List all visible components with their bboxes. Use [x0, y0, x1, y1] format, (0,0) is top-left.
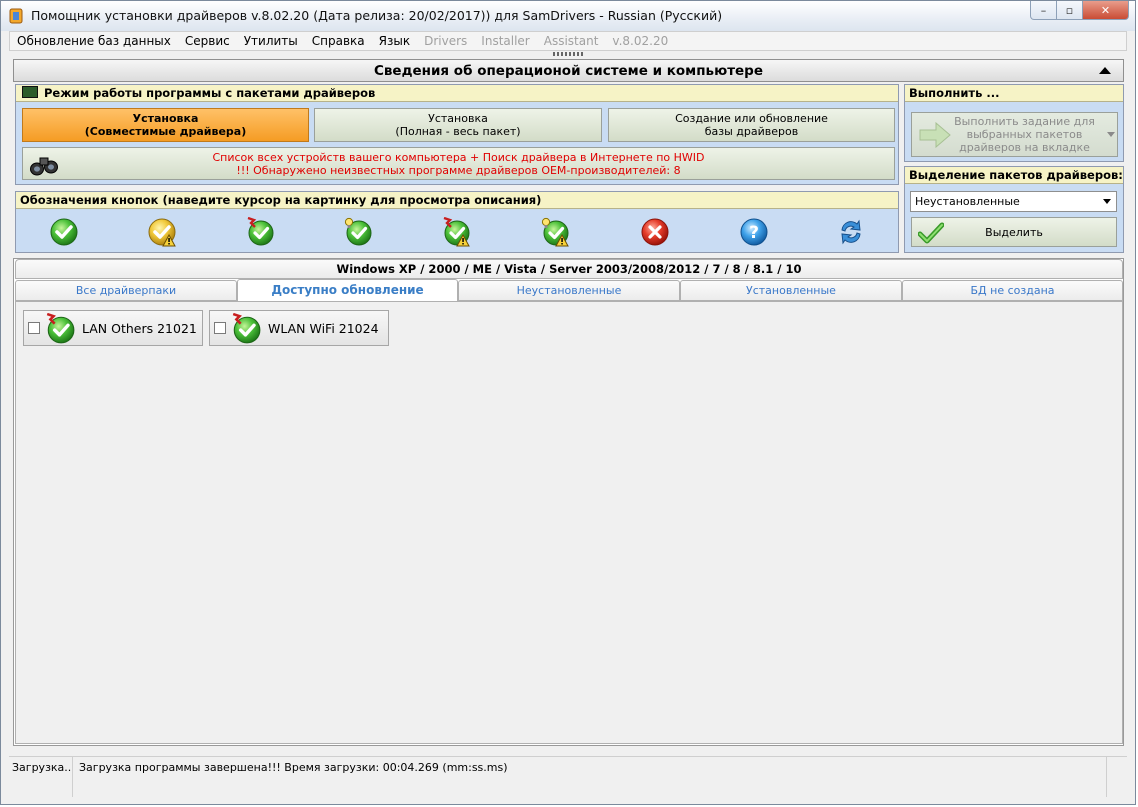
selection-panel-title: Выделение пакетов драйверов:	[909, 168, 1123, 182]
yellow-check-warning-icon[interactable]	[147, 217, 177, 247]
green-check-icon[interactable]	[49, 217, 79, 247]
green-check-flag-warning-icon[interactable]	[441, 217, 471, 247]
hwid-line1: Список всех устройств вашего компьютера …	[212, 150, 705, 164]
mode-panel: Режим работы программы с пакетами драйве…	[15, 84, 899, 185]
app-icon	[9, 8, 23, 24]
close-button[interactable]: ✕	[1083, 1, 1129, 20]
menu-drivers: Drivers	[424, 34, 468, 48]
os-versions-header: Windows XP / 2000 / ME / Vista / Server …	[15, 259, 1123, 279]
create-database-button[interactable]: Создание или обновление базы драйверов	[608, 108, 895, 142]
menu-utilities[interactable]: Утилиты	[237, 34, 305, 48]
system-info-title: Сведения об операционой системе и компью…	[373, 63, 763, 79]
install-full-line2: (Полная - весь пакет)	[395, 125, 521, 138]
minimize-button[interactable]: –	[1030, 1, 1057, 20]
title-bar: Помощник установки драйверов v.8.02.20 (…	[1, 1, 1135, 31]
install-compatible-button[interactable]: Установка (Совместимые драйвера)	[22, 108, 309, 142]
select-packages-button[interactable]: Выделить	[911, 217, 1117, 247]
arrow-right-icon	[919, 122, 951, 148]
menu-help[interactable]: Справка	[305, 34, 372, 48]
package-label: LAN Others 21021	[82, 321, 197, 336]
splitter-grip[interactable]	[553, 52, 585, 56]
create-database-line1: Создание или обновление	[675, 112, 828, 125]
execute-panel-header: Выполнить ...	[905, 85, 1123, 102]
mode-panel-header: Режим работы программы с пакетами драйве…	[16, 85, 898, 102]
green-check-bulb-icon[interactable]	[343, 217, 373, 247]
menu-bar: Обновление баз данных Сервис Утилиты Спр…	[9, 31, 1127, 51]
tab-not-installed[interactable]: Неустановленные	[458, 280, 680, 301]
hwid-line2: !!! Обнаружено неизвестных программе дра…	[236, 163, 681, 177]
package-label: WLAN WiFi 21024	[268, 321, 379, 336]
install-full-line1: Установка	[428, 112, 488, 125]
green-check-flag-icon	[232, 313, 261, 344]
menu-version: v.8.02.20	[612, 34, 669, 48]
system-info-section-header[interactable]: Сведения об операционой системе и компью…	[13, 59, 1124, 82]
create-database-line2: базы драйверов	[704, 125, 799, 138]
install-compatible-line2: (Совместимые драйвера)	[84, 125, 247, 138]
menu-assistant: Assistant	[543, 34, 599, 48]
status-loading: Загрузка...	[9, 757, 73, 797]
status-bar: Загрузка... Загрузка программы завершена…	[9, 756, 1127, 797]
execute-panel-title: Выполнить ...	[909, 86, 1000, 100]
green-check-flag-icon[interactable]	[245, 217, 275, 247]
menu-service[interactable]: Сервис	[178, 34, 237, 48]
package-checkbox[interactable]	[28, 322, 40, 334]
app-window: Помощник установки драйверов v.8.02.20 (…	[0, 0, 1136, 805]
refresh-arrows-icon[interactable]	[836, 217, 866, 247]
status-message: Загрузка программы завершена!!! Время за…	[79, 761, 508, 774]
monitor-icon	[22, 86, 38, 98]
status-extra	[1106, 757, 1127, 797]
collapse-arrow-icon[interactable]	[1099, 67, 1111, 74]
tab-all-driverpacks[interactable]: Все драйверпаки	[15, 280, 237, 301]
red-cross-icon[interactable]	[640, 217, 670, 247]
package-item-lan-others[interactable]: LAN Others 21021	[23, 310, 203, 346]
legend-panel-title: Обозначения кнопок (наведите курсор на к…	[20, 193, 542, 207]
maximize-button[interactable]: ▫	[1057, 1, 1083, 20]
hwid-search-button[interactable]: Список всех устройств вашего компьютера …	[22, 147, 895, 180]
tab-db-not-created[interactable]: БД не создана	[902, 280, 1123, 301]
tab-update-available[interactable]: Доступно обновление	[237, 279, 458, 302]
tab-installed[interactable]: Установленные	[680, 280, 902, 301]
legend-panel: Обозначения кнопок (наведите курсор на к…	[15, 191, 899, 253]
install-compatible-line1: Установка	[132, 112, 199, 125]
binoculars-icon	[30, 157, 58, 176]
menu-installer: Installer	[481, 34, 530, 48]
package-filter-select[interactable]: Неустановленные	[910, 191, 1117, 212]
svg-text:?: ?	[749, 223, 759, 243]
menu-language[interactable]: Язык	[372, 34, 417, 48]
check-mark-icon	[918, 222, 944, 244]
green-check-flag-icon	[46, 313, 75, 344]
execute-panel: Выполнить ... Выполнить задание для выбр…	[904, 84, 1124, 162]
package-item-wlan-wifi[interactable]: WLAN WiFi 21024	[209, 310, 389, 346]
execute-task-button[interactable]: Выполнить задание для выбранных пакетов …	[911, 112, 1118, 157]
legend-panel-header: Обозначения кнопок (наведите курсор на к…	[16, 192, 898, 209]
execute-dropdown-arrow-icon[interactable]	[1107, 132, 1115, 137]
tab-content-panel	[15, 301, 1123, 744]
chevron-down-icon	[1103, 199, 1111, 204]
window-controls: – ▫ ✕	[1030, 1, 1129, 21]
green-check-bulb-warning-icon[interactable]	[540, 217, 570, 247]
selection-panel-header: Выделение пакетов драйверов:	[905, 167, 1123, 184]
menu-update-databases[interactable]: Обновление баз данных	[10, 34, 178, 48]
install-full-button[interactable]: Установка (Полная - весь пакет)	[314, 108, 602, 142]
window-title: Помощник установки драйверов v.8.02.20 (…	[31, 8, 723, 23]
package-filter-value: Неустановленные	[915, 195, 1020, 208]
package-checkbox[interactable]	[214, 322, 226, 334]
legend-icons-row: ?	[16, 210, 898, 252]
mode-panel-title: Режим работы программы с пакетами драйве…	[44, 86, 376, 100]
blue-question-icon[interactable]: ?	[739, 217, 769, 247]
